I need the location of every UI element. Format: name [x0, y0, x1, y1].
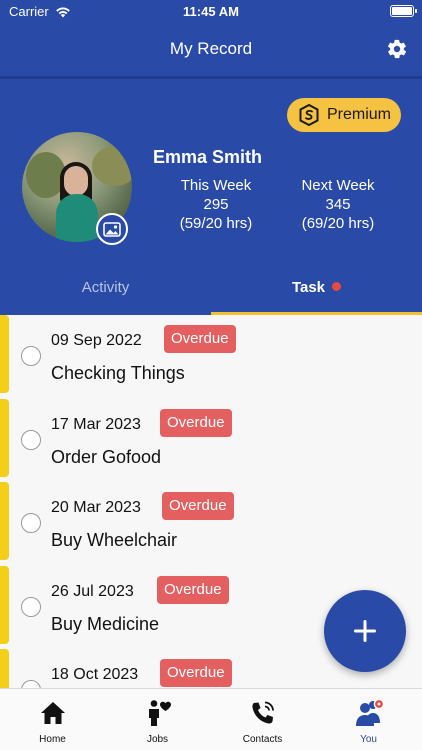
task-date: 17 Mar 2023 — [51, 415, 141, 433]
task-complete-checkbox[interactable] — [21, 680, 41, 688]
premium-label: Premium — [327, 106, 392, 123]
tab-bar-jobs-label: Jobs — [146, 734, 169, 745]
task-complete-checkbox[interactable] — [21, 346, 41, 366]
avatar-bg-tree — [92, 146, 132, 186]
task-title: Buy Wheelchair — [51, 530, 178, 550]
this-week-stat: This Week 295 (59/20 hrs) — [161, 176, 271, 233]
task-priority-stripe — [0, 565, 9, 644]
tab-activity-label: Activity — [81, 279, 130, 296]
overdue-badge: Overdue — [160, 659, 232, 687]
home-icon — [41, 702, 65, 724]
avatar-person-face — [64, 166, 88, 196]
this-week-value: 295 — [203, 196, 229, 213]
premium-shield-icon — [299, 104, 319, 126]
tab-activity[interactable]: Activity — [0, 274, 211, 315]
task-title: Order Gofood — [51, 446, 162, 467]
gear-icon[interactable] — [386, 38, 408, 60]
task-priority-stripe — [0, 482, 9, 560]
next-week-stat: Next Week 345 (69/20 hrs) — [283, 176, 393, 233]
task-priority-stripe — [0, 649, 9, 688]
jobs-icon — [149, 700, 171, 726]
task-complete-checkbox[interactable] — [21, 429, 41, 450]
tab-bar-home-label: Home — [39, 734, 66, 745]
overdue-badge: Overdue — [164, 325, 236, 353]
tab-bar-contacts[interactable]: Contacts — [210, 689, 315, 750]
task-date: 09 Sep 2022 — [51, 332, 142, 349]
bottom-tab-bar: Home Jobs Contacts You — [0, 688, 422, 750]
battery-icon — [390, 5, 417, 17]
tab-bar-you-label: You — [360, 734, 377, 745]
task-priority-stripe — [0, 398, 9, 477]
status-time: 11:45 AM — [183, 4, 239, 19]
next-week-hours: (69/20 hrs) — [301, 215, 375, 232]
overdue-badge: Overdue — [160, 408, 232, 437]
task-item[interactable]: 17 Mar 2023 Overdue Order Gofood — [0, 398, 422, 477]
task-date: 18 Oct 2023 — [51, 666, 139, 683]
notification-dot — [332, 282, 342, 291]
this-week-hours: (59/20 hrs) — [179, 215, 253, 232]
plus-icon — [354, 620, 376, 642]
record-tabs: Activity Task — [0, 274, 422, 315]
add-task-button[interactable] — [324, 590, 406, 672]
task-complete-checkbox[interactable] — [21, 596, 41, 617]
next-week-value: 345 — [325, 196, 351, 213]
tab-task[interactable]: Task — [211, 274, 422, 315]
profile-header: Premium Emma Smith This Week 295 (59/20 … — [0, 79, 422, 315]
task-title: Checking Things — [51, 363, 185, 383]
task-date: 26 Jul 2023 — [51, 582, 134, 600]
overdue-badge: Overdue — [162, 492, 234, 520]
status-bar: Carrier 11:45 AM — [0, 0, 422, 24]
task-item[interactable]: 09 Sep 2022 Overdue Checking Things — [0, 315, 422, 393]
premium-badge[interactable]: Premium — [287, 98, 401, 132]
tab-bar-home[interactable]: Home — [0, 689, 105, 750]
task-complete-checkbox[interactable] — [21, 513, 41, 533]
tab-bar-contacts-label: Contacts — [242, 734, 283, 745]
user-group-icon — [356, 699, 384, 726]
avatar-person-body — [56, 194, 98, 242]
this-week-label: This Week — [180, 177, 252, 194]
tab-task-label: Task — [291, 279, 326, 296]
task-item[interactable]: 20 Mar 2023 Overdue Buy Wheelchair — [0, 482, 422, 560]
user-name: Emma Smith — [153, 147, 263, 167]
image-icon — [103, 221, 121, 237]
task-title: Buy Medicine — [51, 613, 160, 634]
overdue-badge: Overdue — [157, 575, 229, 604]
next-week-label: Next Week — [301, 177, 375, 194]
task-date: 20 Mar 2023 — [51, 499, 141, 516]
task-priority-stripe — [0, 315, 9, 393]
navigation-bar: My Record — [0, 24, 422, 76]
phone-icon — [252, 701, 274, 724]
page-title: My Record — [169, 39, 253, 58]
tab-bar-you[interactable]: You — [316, 689, 421, 750]
tab-bar-jobs[interactable]: Jobs — [105, 689, 210, 750]
change-photo-button[interactable] — [96, 213, 128, 245]
